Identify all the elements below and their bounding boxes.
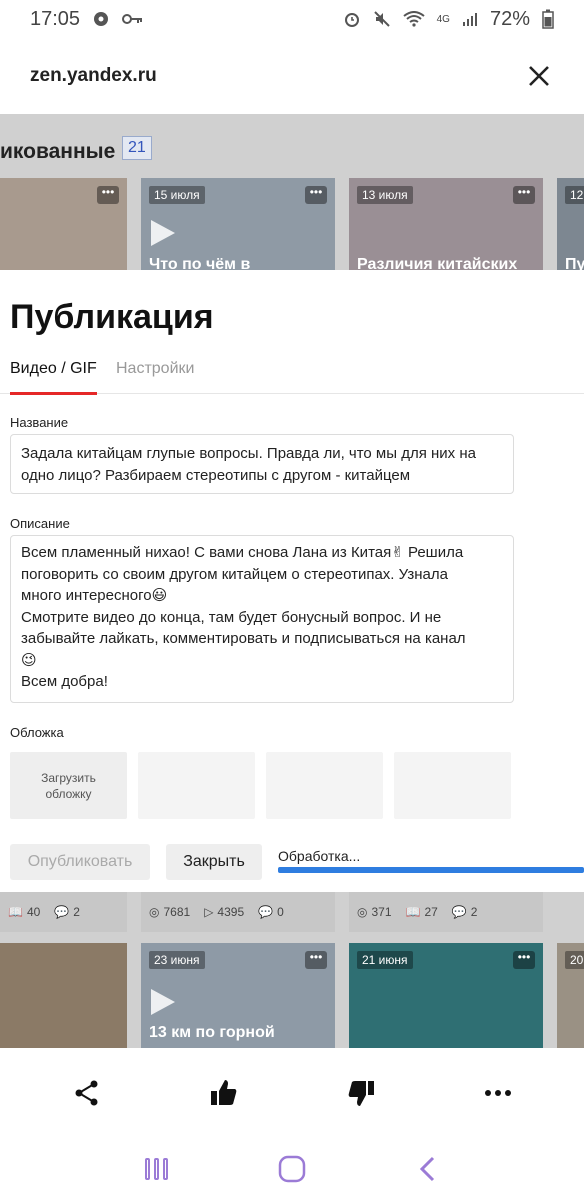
dislike-icon[interactable] [337,1069,385,1117]
thumb-caption: 13 км по горной [149,1024,275,1041]
description-line: Всем добра! [21,673,108,690]
home-icon[interactable] [272,1149,312,1189]
thumb-card[interactable]: ••• [0,178,127,270]
mute-icon [373,10,391,28]
more-icon[interactable] [474,1069,522,1117]
tab-settings[interactable]: Настройки [116,358,194,394]
publish-button[interactable]: Опубликовать [10,844,150,880]
thumb-date: 13 июля [357,186,413,204]
thumb-caption: Различия китайских [357,256,518,270]
thumb-caption: Что по чём в [149,256,251,270]
stat-item: ▷ 4395 [204,905,245,919]
more-dots-icon[interactable]: ••• [305,951,327,969]
thumb-card[interactable]: 12 Пу [557,178,584,270]
book-icon: 📖 [8,905,23,919]
thumb-date: 23 июня [149,951,205,969]
description-line: поговорить со своим другом китайцем о ст… [21,565,448,583]
like-icon[interactable] [200,1069,248,1117]
close-button[interactable]: Закрыть [166,844,262,880]
section-count-badge: 21 [122,136,152,160]
thumb-date: 15 июля [149,186,205,204]
url-label: zen.yandex.ru [30,65,157,86]
stat-item: ◎ 7681 [149,905,191,919]
thumb-date: 12 [565,186,584,204]
play-icon: ▷ [204,905,214,919]
cover-slots: Загрузить обложку [10,752,511,819]
close-icon[interactable] [524,61,554,91]
thumb-card[interactable]: 20 [557,943,584,1048]
card-stats: 📖 40 💬 2 [0,892,127,932]
thumb-date: 21 июня [357,951,413,969]
processing-label: Обработка... [278,848,361,864]
stat-item: 💬 2 [451,905,478,919]
play-icon [151,220,175,246]
more-dots-icon[interactable]: ••• [305,186,327,204]
wifi-icon [403,11,425,27]
thumb-card[interactable] [0,943,127,1048]
status-bar: 17:05 4G 72% [0,0,584,38]
processing-progress-bar [278,867,584,873]
comment-icon: 💬 [54,905,70,919]
book-icon: 📖 [405,905,421,919]
tab-video-gif[interactable]: Видео / GIF [10,358,97,395]
card-stats: ◎ 371 📖 27 💬 2 [349,892,543,932]
battery-percent: 72% [489,7,530,30]
gear-icon [92,10,110,28]
modal-title: Публикация [10,298,214,336]
comment-icon: 💬 [451,905,467,919]
description-line: 😉 [21,651,37,669]
card-stats: ◎ 7681 ▷ 4395 💬 0 [141,892,335,932]
tab-bar: Видео / GIF Настройки [0,358,584,395]
description-line: много интересного😃 [21,587,168,604]
network-label: 4G [436,13,450,25]
thumb-date: 20 [565,951,584,969]
thumb-caption: Пу [565,256,584,270]
alarm-icon [343,10,361,28]
upload-cover-button[interactable]: Загрузить обложку [10,752,127,819]
description-field[interactable]: Всем пламенный нихао! С вами снова Лана … [10,535,514,703]
stat-item: 📖 40 [8,905,41,919]
stat-item: 📖 27 [405,905,438,919]
status-right: 4G 72% [343,8,554,31]
back-icon[interactable] [407,1149,447,1189]
battery-icon [542,9,554,29]
cover-label: Обложка [10,725,64,740]
eye-icon: ◎ [149,905,160,919]
stat-item: 💬 2 [54,905,80,919]
thumb-card[interactable]: 13 июля ••• Различия китайских [349,178,543,270]
key-icon [122,12,144,26]
cover-slot[interactable] [266,752,383,819]
thumb-card[interactable]: 15 июля ••• Что по чём в [141,178,335,270]
cover-slot[interactable] [394,752,511,819]
description-line: Всем пламенный нихао! С вами снова Лана … [21,544,464,561]
more-dots-icon[interactable]: ••• [97,186,119,204]
play-icon [151,989,175,1015]
status-time: 17:05 [30,7,81,30]
publication-modal: Публикация Видео / GIF Настройки Названи… [0,270,584,892]
name-field[interactable]: Задала китайцам глупые вопросы. Правда л… [10,434,514,494]
section-title: икованные [0,140,116,163]
share-icon[interactable] [63,1069,111,1117]
status-left: 17:05 [30,8,144,31]
system-nav-bar [0,1138,584,1200]
thumb-card[interactable]: 21 июня ••• [349,943,543,1048]
cover-slot[interactable] [138,752,255,819]
description-label: Описание [10,516,70,531]
thumb-card[interactable]: 23 июня ••• 13 км по горной [141,943,335,1048]
more-dots-icon[interactable]: ••• [513,186,535,204]
stat-item: 💬 0 [258,905,284,919]
bottom-toolbar [0,1048,584,1138]
recent-apps-icon[interactable] [137,1149,177,1189]
progress-fill [278,867,584,873]
browser-header: zen.yandex.ru [0,38,584,114]
comment-icon: 💬 [258,905,274,919]
name-label: Название [10,415,69,430]
stat-item: ◎ 371 [357,905,392,919]
eye-icon: ◎ [357,905,368,919]
more-dots-icon[interactable]: ••• [513,951,535,969]
description-line: Смотрите видео до конца, там будет бонус… [21,608,442,626]
description-line: забывайте лайкать, комментировать и подп… [21,630,466,647]
signal-icon [462,11,478,27]
